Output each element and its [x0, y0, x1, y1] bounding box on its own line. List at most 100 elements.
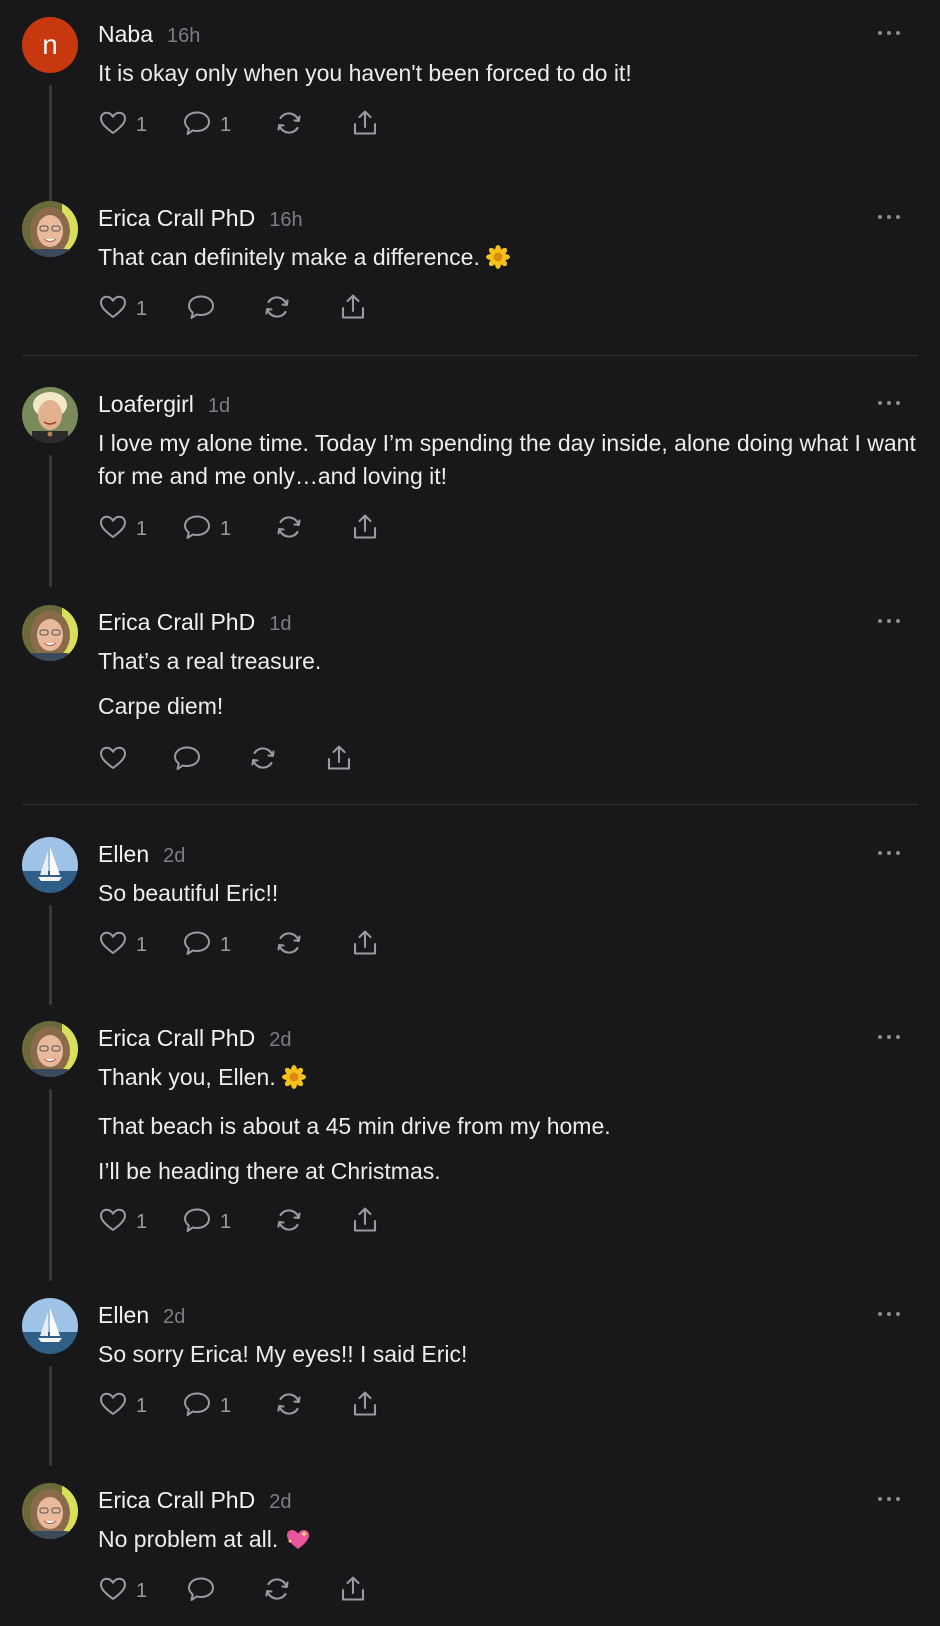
share-button[interactable]	[350, 1205, 380, 1239]
comment-text: Thank you, Ellen.	[98, 1061, 918, 1098]
more-dots-icon[interactable]	[878, 615, 902, 627]
like-count: 1	[136, 1394, 148, 1417]
share-icon	[338, 1574, 368, 1609]
comment-body: So beautiful Eric!!	[98, 877, 918, 922]
reply-button[interactable]: 1	[182, 108, 231, 142]
heart-icon	[98, 512, 128, 547]
timestamp[interactable]: 2d	[163, 1306, 185, 1329]
restack-button[interactable]	[274, 108, 304, 142]
heart-icon	[98, 1389, 128, 1424]
reply-button[interactable]: 1	[182, 1205, 231, 1239]
share-icon	[350, 512, 380, 547]
more-dots-icon[interactable]	[878, 397, 902, 409]
avatar[interactable]	[22, 1483, 78, 1539]
timestamp[interactable]: 2d	[269, 1491, 291, 1514]
timestamp[interactable]: 1d	[208, 395, 230, 418]
author-name[interactable]: Erica Crall PhD	[98, 1487, 255, 1514]
share-icon	[338, 292, 368, 327]
like-count: 1	[136, 1210, 148, 1233]
author-name[interactable]: Erica Crall PhD	[98, 205, 255, 232]
comment-body: That’s a real treasure. Carpe diem!	[98, 645, 918, 735]
reply-button[interactable]: 1	[182, 928, 231, 962]
more-dots-icon[interactable]	[878, 1031, 902, 1043]
share-button[interactable]	[350, 928, 380, 962]
share-button[interactable]	[338, 292, 368, 326]
comment-bubble-icon	[186, 292, 216, 327]
reply-button[interactable]	[186, 1574, 216, 1608]
share-icon	[324, 743, 354, 778]
reply-button[interactable]: 1	[182, 1389, 231, 1423]
comment-text: I love my alone time. Today I’m spending…	[98, 430, 916, 489]
like-count: 1	[136, 297, 148, 320]
restack-button[interactable]	[262, 292, 292, 326]
thread-line	[49, 455, 52, 587]
reply-button[interactable]: 1	[182, 512, 231, 546]
restack-button[interactable]	[274, 1389, 304, 1423]
like-button[interactable]	[98, 743, 128, 777]
author-name[interactable]: Naba	[98, 21, 153, 48]
author-name[interactable]: Loafergirl	[98, 391, 194, 418]
thread-line	[49, 1089, 52, 1281]
comment-body: So sorry Erica! My eyes!! I said Eric!	[98, 1338, 918, 1383]
restack-icon	[274, 512, 304, 547]
comment-bubble-icon	[182, 108, 212, 143]
restack-button[interactable]	[262, 1574, 292, 1608]
restack-icon	[262, 292, 292, 327]
restack-icon	[262, 1574, 292, 1609]
like-button[interactable]: 1	[98, 1574, 147, 1608]
timestamp[interactable]: 2d	[163, 845, 185, 868]
timestamp[interactable]: 1d	[269, 613, 291, 636]
reply-button[interactable]	[186, 292, 216, 326]
comment-bubble-icon	[182, 1205, 212, 1240]
avatar[interactable]	[22, 605, 78, 661]
comment-body: No problem at all.	[98, 1523, 918, 1572]
avatar[interactable]	[22, 1021, 78, 1077]
like-button[interactable]: 1	[98, 292, 147, 326]
comment-text: That’s a real treasure.	[98, 648, 322, 674]
restack-button[interactable]	[274, 928, 304, 962]
share-button[interactable]	[338, 1574, 368, 1608]
more-dots-icon[interactable]	[878, 1308, 902, 1320]
comment-body: Thank you, Ellen. That beach is about a …	[98, 1061, 918, 1200]
avatar[interactable]	[22, 1298, 78, 1354]
timestamp[interactable]: 16h	[167, 25, 200, 48]
timestamp[interactable]: 16h	[269, 209, 302, 232]
author-name[interactable]: Erica Crall PhD	[98, 609, 255, 636]
like-button[interactable]: 1	[98, 512, 147, 546]
restack-icon	[274, 108, 304, 143]
reply-count: 1	[220, 933, 232, 956]
share-button[interactable]	[350, 1389, 380, 1423]
comment-body: It is okay only when you haven't been fo…	[98, 57, 918, 102]
restack-button[interactable]	[274, 512, 304, 546]
avatar[interactable]: n	[22, 17, 78, 73]
reply-count: 1	[220, 113, 232, 136]
avatar[interactable]	[22, 201, 78, 257]
more-dots-icon[interactable]	[878, 847, 902, 859]
comment-bubble-icon	[182, 512, 212, 547]
share-icon	[350, 1389, 380, 1424]
more-dots-icon[interactable]	[878, 27, 902, 39]
reply-button[interactable]	[172, 743, 202, 777]
more-dots-icon[interactable]	[878, 211, 902, 223]
avatar[interactable]	[22, 837, 78, 893]
restack-button[interactable]	[274, 1205, 304, 1239]
like-button[interactable]: 1	[98, 928, 147, 962]
avatar[interactable]	[22, 387, 78, 443]
timestamp[interactable]: 2d	[269, 1029, 291, 1052]
comment-bubble-icon	[186, 1574, 216, 1609]
share-button[interactable]	[324, 743, 354, 777]
like-button[interactable]: 1	[98, 1389, 147, 1423]
restack-button[interactable]	[248, 743, 278, 777]
comment-text: It is okay only when you haven't been fo…	[98, 60, 632, 86]
like-button[interactable]: 1	[98, 108, 147, 142]
share-button[interactable]	[350, 108, 380, 142]
like-button[interactable]: 1	[98, 1205, 147, 1239]
share-icon	[350, 108, 380, 143]
author-name[interactable]: Ellen	[98, 1302, 149, 1329]
heart-icon	[98, 292, 128, 327]
author-name[interactable]: Erica Crall PhD	[98, 1025, 255, 1052]
more-dots-icon[interactable]	[878, 1493, 902, 1505]
reply-count: 1	[220, 1394, 232, 1417]
author-name[interactable]: Ellen	[98, 841, 149, 868]
share-button[interactable]	[350, 512, 380, 546]
